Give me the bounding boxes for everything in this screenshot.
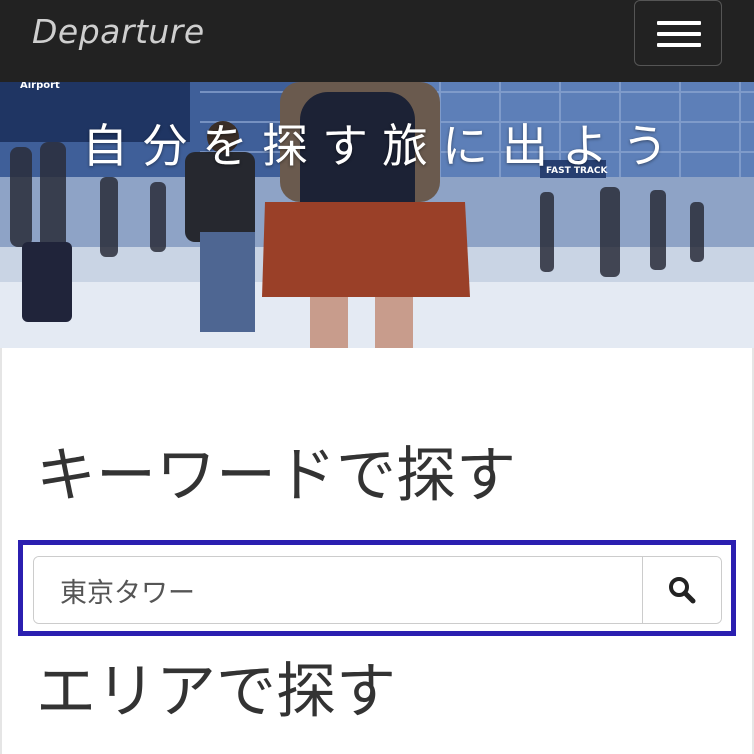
- brand-logo[interactable]: Departure: [32, 12, 205, 51]
- keyword-search-group: [33, 556, 722, 624]
- left-border: [0, 348, 2, 754]
- keyword-section-title: キーワードで探す: [36, 441, 516, 511]
- keyword-search-input[interactable]: [34, 557, 642, 623]
- hero-title: 自分を探す旅に出よう: [82, 119, 682, 173]
- menu-toggle-button[interactable]: [634, 0, 722, 66]
- hamburger-bar: [657, 43, 701, 47]
- hamburger-bar: [657, 32, 701, 36]
- hero-banner: Airport FAST TRACK 自分を探す旅に出よう: [0, 82, 754, 348]
- area-section-title: エリアで探す: [36, 657, 396, 727]
- search-icon: [669, 577, 696, 604]
- hamburger-menu-icon: [657, 21, 701, 25]
- navbar: Departure: [0, 0, 754, 82]
- search-button[interactable]: [642, 557, 721, 623]
- airport-sign: Airport: [20, 82, 60, 91]
